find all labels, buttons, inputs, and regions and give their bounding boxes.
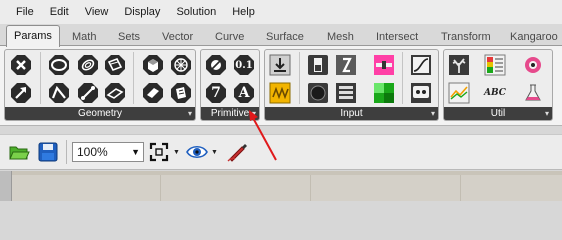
plane-icon[interactable] — [104, 82, 126, 104]
text-icon[interactable]: A — [233, 82, 255, 104]
zoom-select[interactable]: 100% ▼ — [72, 142, 144, 162]
flask-icon[interactable] — [522, 82, 544, 104]
group-label-input: Input — [265, 107, 438, 120]
abc-icon[interactable]: ABC — [484, 82, 506, 104]
gradient-icon[interactable] — [484, 54, 506, 76]
line-icon[interactable] — [77, 82, 99, 104]
text-label: A — [238, 85, 250, 101]
chevron-down-icon: ▼ — [131, 147, 140, 157]
abc-label: ABC — [484, 88, 506, 98]
group-label-geometry: Geometry — [5, 107, 195, 120]
canvas[interactable] — [0, 171, 562, 201]
value-list-icon[interactable] — [335, 82, 357, 104]
group-label-util: Util — [444, 107, 552, 120]
canvas-side-strip — [0, 171, 12, 201]
menu-display[interactable]: Display — [116, 0, 168, 24]
tab-surface[interactable]: Surface — [266, 28, 304, 46]
zoom-extents-icon[interactable] — [148, 141, 170, 163]
menu-bar: File Edit View Display Solution Help — [0, 0, 562, 24]
slider-icon[interactable] — [373, 54, 395, 76]
separator — [133, 52, 134, 104]
tab-transform[interactable]: Transform — [441, 28, 491, 46]
save-icon[interactable] — [37, 141, 59, 163]
surface-icon[interactable] — [142, 82, 164, 104]
menu-solution[interactable]: Solution — [168, 0, 224, 24]
tree-icon[interactable] — [448, 54, 470, 76]
integer-icon[interactable]: 7 — [205, 82, 227, 104]
boolean-icon[interactable] — [205, 54, 227, 76]
sketch-icon[interactable] — [226, 141, 248, 163]
arc-icon[interactable] — [77, 54, 99, 76]
group-input: Input ▾ — [264, 49, 439, 121]
menu-view[interactable]: View — [77, 0, 117, 24]
canvas-gridline — [460, 175, 461, 201]
graph-mapper-icon[interactable] — [410, 54, 432, 76]
separator — [66, 140, 67, 164]
md-slider-icon[interactable] — [269, 82, 291, 104]
curve-icon[interactable] — [48, 82, 70, 104]
separator — [40, 52, 41, 104]
color-swatch-icon[interactable] — [373, 82, 395, 104]
mesh-icon[interactable] — [170, 54, 192, 76]
panel-icon[interactable] — [410, 82, 432, 104]
tab-params[interactable]: Params — [6, 25, 60, 47]
menu-edit[interactable]: Edit — [42, 0, 77, 24]
menu-help[interactable]: Help — [224, 0, 263, 24]
canvas-gridline — [310, 175, 311, 201]
open-icon[interactable] — [8, 141, 30, 163]
tab-mesh[interactable]: Mesh — [327, 28, 354, 46]
point-icon[interactable] — [10, 54, 32, 76]
field-icon[interactable] — [170, 82, 192, 104]
color-wheel-icon[interactable] — [522, 54, 544, 76]
zoom-value: 100% — [77, 145, 108, 159]
chevron-down-icon[interactable]: ▼ — [173, 149, 180, 156]
button-icon[interactable] — [307, 82, 329, 104]
group-geometry: Geometry ▾ — [4, 49, 196, 121]
number-label: 0.1 — [235, 59, 253, 71]
ribbon-tabs: Params Math Sets Vector Curve Surface Me… — [0, 24, 562, 47]
brep-icon[interactable] — [142, 54, 164, 76]
quick-graph-icon[interactable] — [448, 82, 470, 104]
box-icon[interactable] — [104, 54, 126, 76]
digit-scroller-icon[interactable] — [335, 54, 357, 76]
number-icon[interactable]: 0.1 — [233, 54, 255, 76]
tab-sets[interactable]: Sets — [118, 28, 140, 46]
menu-file[interactable]: File — [8, 0, 42, 24]
gene-pool-icon[interactable] — [269, 54, 291, 76]
ribbon-panel: Geometry ▾ 0.1 7 A Primitive ▾ Input ▾ A… — [0, 46, 562, 126]
tab-kangaroo[interactable]: Kangaroo — [510, 28, 558, 46]
chevron-down-icon[interactable]: ▼ — [211, 149, 218, 156]
integer-label: 7 — [211, 85, 221, 101]
group-util: ABC Util ▾ — [443, 49, 553, 121]
separator — [402, 52, 403, 104]
canvas-top-band — [12, 171, 562, 175]
toggle-icon[interactable] — [307, 54, 329, 76]
canvas-toolbar: 100% ▼ ▼ ▼ — [0, 134, 562, 170]
separator — [299, 52, 300, 104]
expand-icon[interactable]: ▾ — [431, 107, 435, 120]
annotation-arrow — [249, 110, 277, 161]
canvas-gridline — [160, 175, 161, 201]
tab-math[interactable]: Math — [72, 28, 96, 46]
tab-vector[interactable]: Vector — [162, 28, 193, 46]
preview-eye-icon[interactable] — [186, 141, 208, 163]
expand-icon[interactable]: ▾ — [188, 107, 192, 120]
vector-icon[interactable] — [10, 82, 32, 104]
tab-curve[interactable]: Curve — [215, 28, 244, 46]
circle-icon[interactable] — [48, 54, 70, 76]
expand-icon[interactable]: ▾ — [545, 107, 549, 120]
tab-intersect[interactable]: Intersect — [376, 28, 418, 46]
